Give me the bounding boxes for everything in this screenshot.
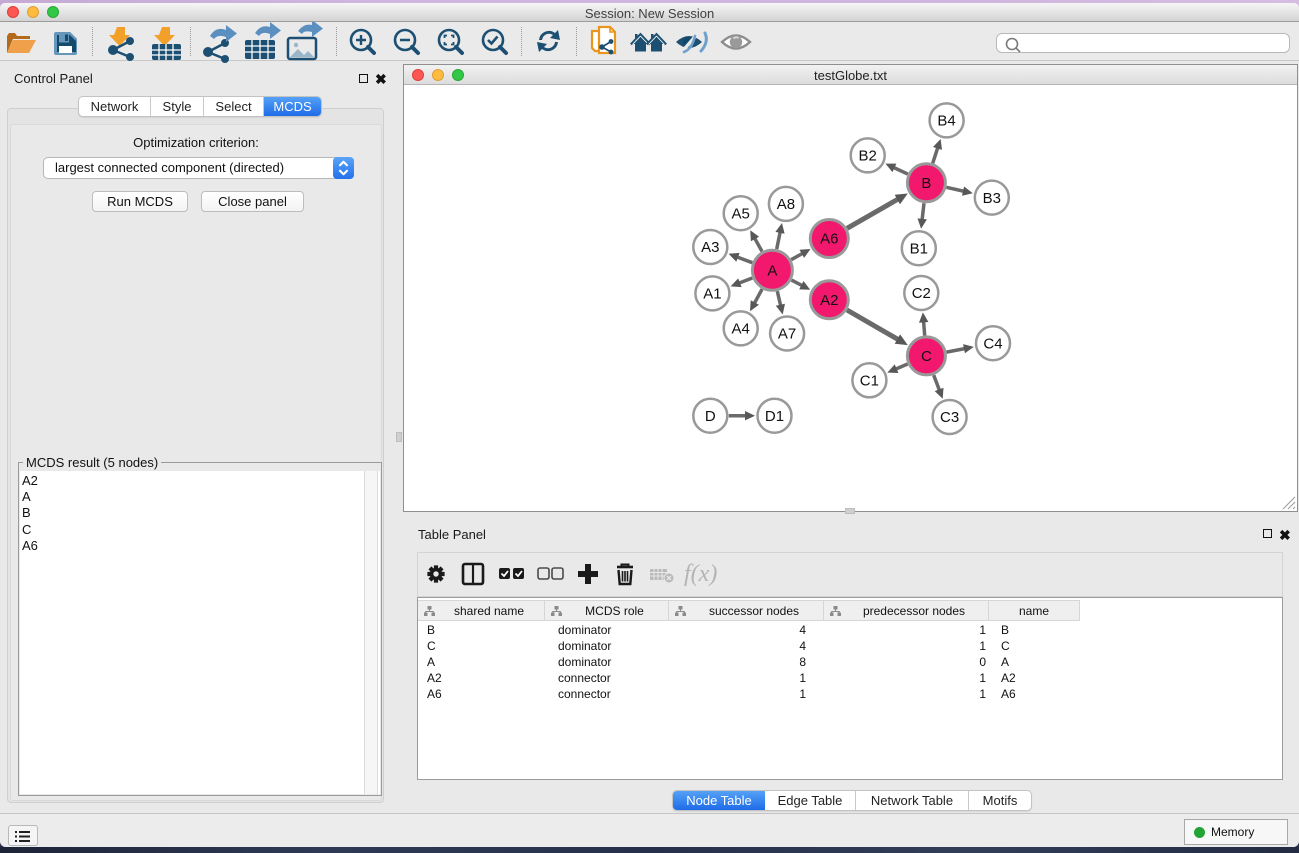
svg-text:A2: A2 (820, 292, 838, 309)
svg-text:C3: C3 (940, 409, 959, 426)
svg-text:A5: A5 (732, 205, 750, 222)
svg-text:A: A (767, 262, 777, 279)
svg-text:D: D (705, 408, 716, 425)
svg-text:B2: B2 (859, 148, 877, 165)
svg-text:A8: A8 (777, 196, 795, 213)
svg-text:C: C (921, 348, 932, 365)
svg-text:A6: A6 (820, 231, 838, 248)
svg-text:B3: B3 (983, 190, 1001, 207)
svg-text:C2: C2 (912, 285, 931, 302)
svg-text:C4: C4 (983, 335, 1002, 352)
svg-text:B: B (921, 175, 931, 192)
svg-text:B4: B4 (937, 113, 955, 130)
svg-text:A7: A7 (778, 326, 796, 343)
svg-text:D1: D1 (765, 408, 784, 425)
svg-text:f(x): f(x) (684, 561, 717, 587)
svg-text:C1: C1 (860, 373, 879, 390)
svg-text:A3: A3 (701, 239, 719, 256)
svg-text:A4: A4 (732, 321, 750, 338)
svg-text:B1: B1 (910, 240, 928, 257)
svg-text:A1: A1 (703, 286, 721, 303)
